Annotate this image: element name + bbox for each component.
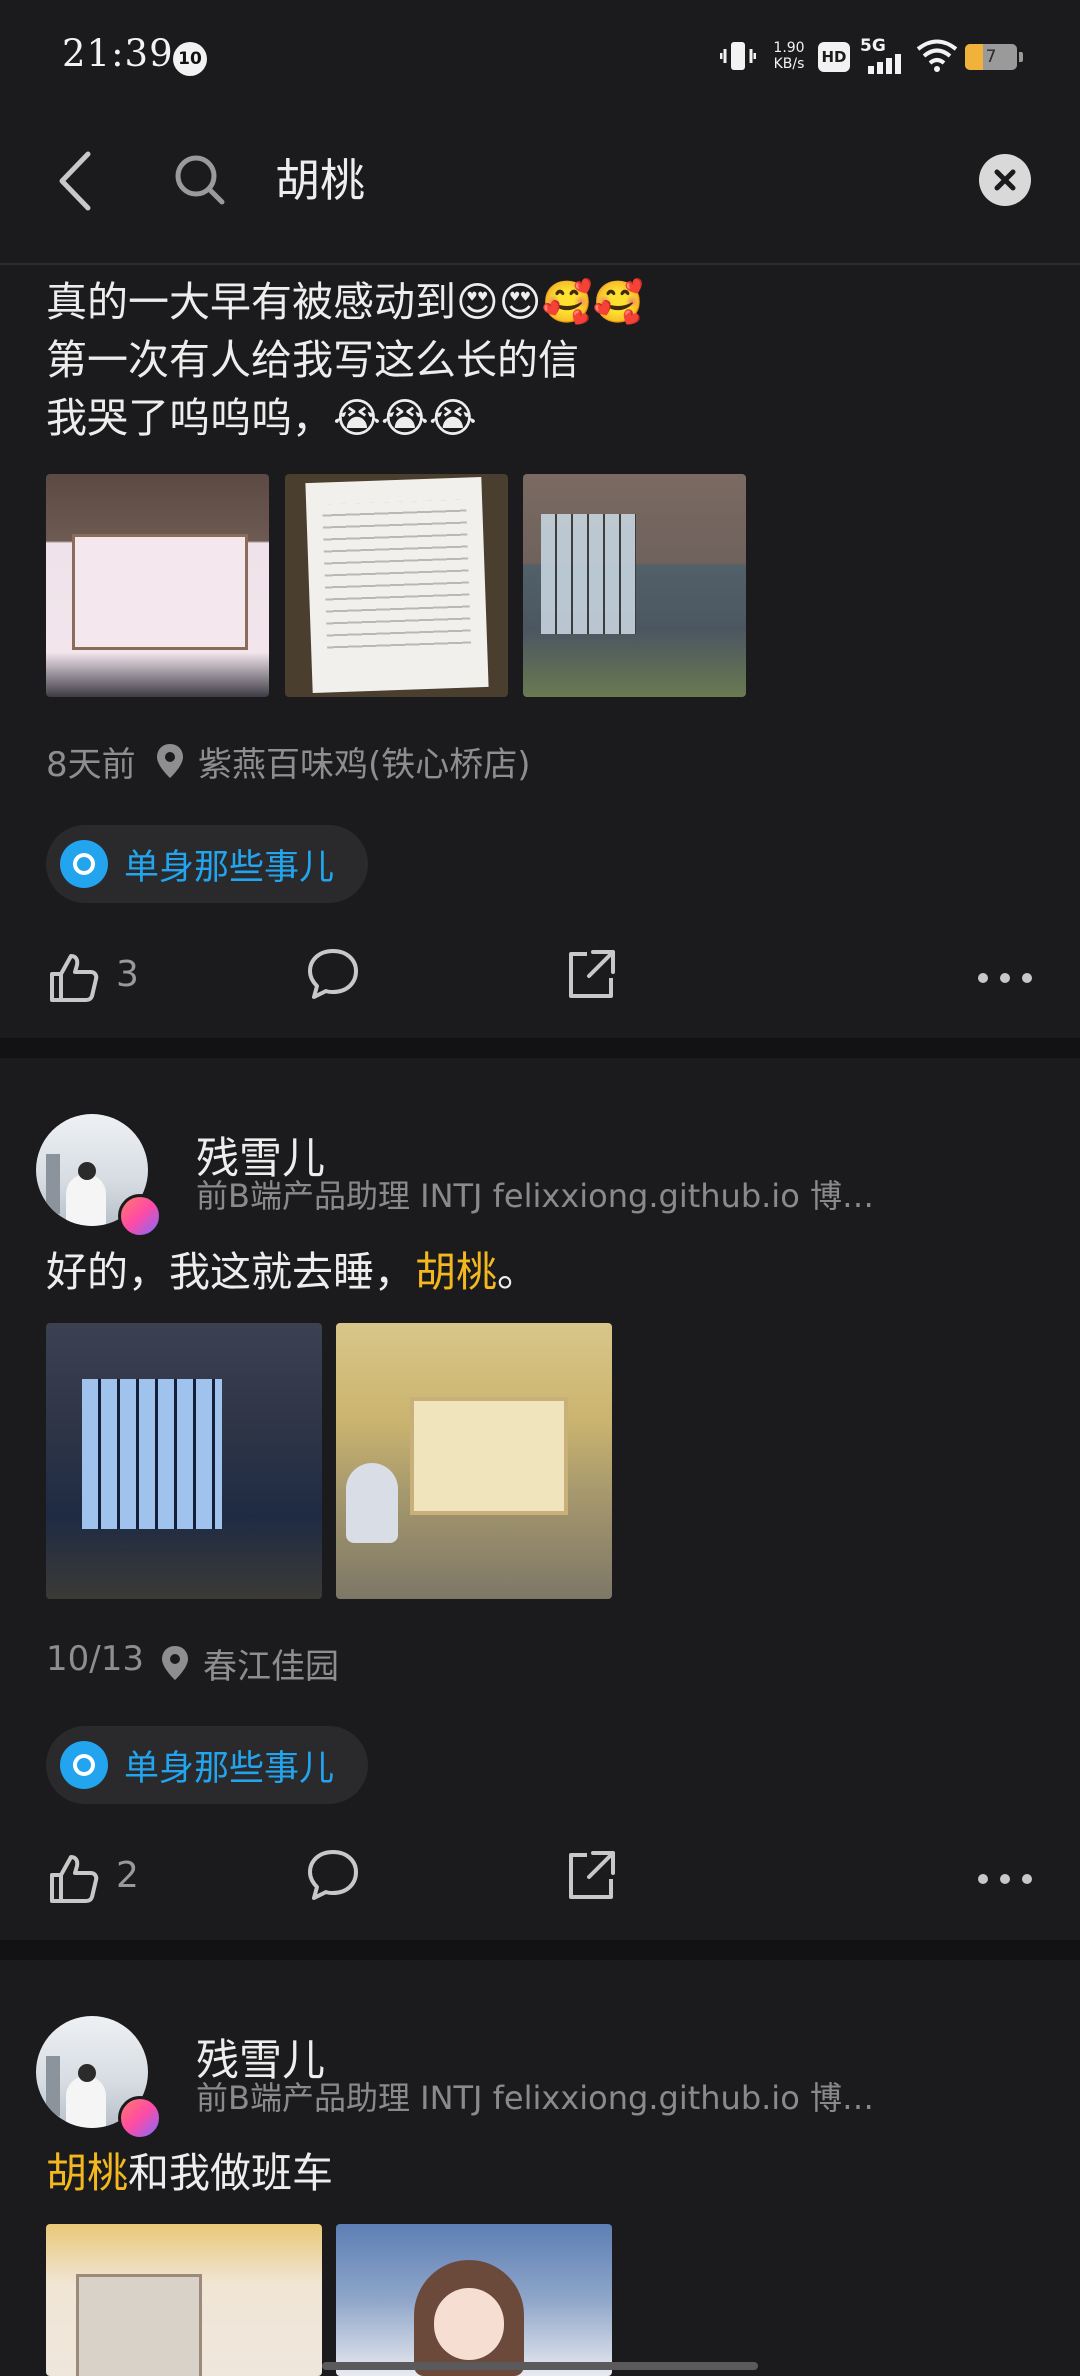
- thumbs-up-icon: [50, 1855, 99, 1903]
- topic-chip[interactable]: 单身那些事儿: [46, 825, 368, 903]
- battery-icon: 7: [965, 44, 1023, 70]
- status-time: 21:39: [62, 32, 174, 75]
- post-text-part: 。: [497, 1248, 538, 1296]
- like-count: 3: [116, 954, 139, 995]
- window-graphic: [82, 1379, 222, 1529]
- verified-badge-icon: [118, 2096, 162, 2140]
- home-indicator[interactable]: [322, 2362, 758, 2370]
- like-button[interactable]: 2: [46, 1843, 156, 1913]
- board-graphic: [410, 1397, 568, 1515]
- author-bio: 前B端产品助理 INTJ felixxiong.github.io 博…: [196, 2079, 874, 2117]
- post-image[interactable]: [336, 2224, 612, 2376]
- post-text-line: 真的一大早有被感动到😍😍🥰🥰: [46, 278, 644, 326]
- verified-badge-icon: [118, 1194, 162, 1238]
- avatar-head: [78, 1162, 96, 1180]
- post-divider: [0, 1940, 1080, 1960]
- thumbs-up-icon: [50, 954, 99, 1002]
- hd-icon: HD: [818, 42, 850, 72]
- post-image[interactable]: [46, 1323, 322, 1599]
- post-time: 10/13: [46, 1639, 144, 1679]
- more-options-button[interactable]: [975, 958, 1035, 998]
- search-icon: [170, 150, 230, 210]
- post-location[interactable]: 春江佳园: [203, 1639, 339, 1688]
- share-icon: [569, 1851, 615, 1899]
- more-dots-icon: [978, 1874, 1032, 1884]
- topic-label: 单身那些事儿: [124, 848, 335, 888]
- post-text-part: 好的，我这就去睡，: [46, 1248, 415, 1296]
- cellular-signal-icon: 5G: [860, 36, 908, 76]
- topic-chip[interactable]: 单身那些事儿: [46, 1726, 368, 1804]
- network-speed-unit: KB/s: [773, 56, 805, 72]
- post-text-part: 和我做班车: [128, 2149, 333, 2197]
- character-face: [434, 2288, 504, 2360]
- comment-button[interactable]: [305, 946, 365, 1016]
- avatar-building: [46, 2056, 60, 2116]
- window-graphic: [541, 514, 636, 634]
- battery-level: 7: [985, 47, 997, 67]
- battery-tip: [1019, 52, 1023, 62]
- more-options-button[interactable]: [975, 1859, 1035, 1899]
- post-text: 好的，我这就去睡，胡桃。: [46, 1243, 538, 1301]
- author-bio: 前B端产品助理 INTJ felixxiong.github.io 博…: [196, 1177, 874, 1215]
- close-icon: [994, 169, 1016, 191]
- search-input[interactable]: 胡桃: [275, 146, 955, 216]
- whiteboard-graphic: [72, 534, 248, 650]
- post-text-line: 第一次有人给我写这么长的信: [46, 336, 579, 384]
- post-time: 8天前: [46, 745, 136, 785]
- location-pin-icon: [155, 742, 185, 784]
- network-speed: 1.90 KB/s: [768, 40, 810, 72]
- share-button[interactable]: [563, 1847, 623, 1917]
- vibrate-icon: [719, 40, 757, 72]
- avatar-building: [46, 1154, 60, 1214]
- topic-label: 单身那些事儿: [124, 1749, 335, 1789]
- topic-icon: [60, 1741, 108, 1789]
- like-button[interactable]: 3: [46, 942, 156, 1012]
- share-icon: [569, 950, 615, 998]
- comment-icon: [308, 1850, 358, 1900]
- search-highlight: 胡桃: [415, 1248, 497, 1296]
- post-image[interactable]: [523, 474, 746, 697]
- letter-lines: [322, 499, 472, 655]
- photo-graphic: [76, 2274, 202, 2376]
- like-count: 2: [116, 1855, 139, 1896]
- post-divider: [0, 1038, 1080, 1058]
- comment-icon: [308, 949, 358, 999]
- topic-icon: [60, 840, 108, 888]
- post-image[interactable]: [46, 2224, 322, 2376]
- wifi-icon: [916, 38, 958, 76]
- search-highlight: 胡桃: [46, 2149, 128, 2197]
- character-graphic: [346, 1463, 398, 1543]
- post-image[interactable]: [285, 474, 508, 697]
- post-location[interactable]: 紫燕百味鸡(铁心桥店): [198, 737, 531, 786]
- post-text-line: 我哭了呜呜呜，😭😭😭: [46, 394, 477, 442]
- network-speed-value: 1.90: [773, 40, 805, 56]
- comment-button[interactable]: [305, 1847, 365, 1917]
- more-dots-icon: [978, 973, 1032, 983]
- post-image[interactable]: [336, 1323, 612, 1599]
- post-image[interactable]: [46, 474, 269, 697]
- share-button[interactable]: [563, 946, 623, 1016]
- location-pin-icon: [160, 1644, 190, 1686]
- back-arrow-icon: [59, 151, 91, 211]
- clear-search-button[interactable]: [979, 154, 1031, 206]
- letter-graphic: [305, 476, 489, 694]
- notification-badge: 10: [173, 42, 207, 76]
- avatar-head: [78, 2064, 96, 2082]
- post-text: 胡桃和我做班车: [46, 2144, 333, 2202]
- avatar-person: [66, 2076, 106, 2128]
- back-button[interactable]: [50, 148, 110, 214]
- avatar-person: [66, 1174, 106, 1226]
